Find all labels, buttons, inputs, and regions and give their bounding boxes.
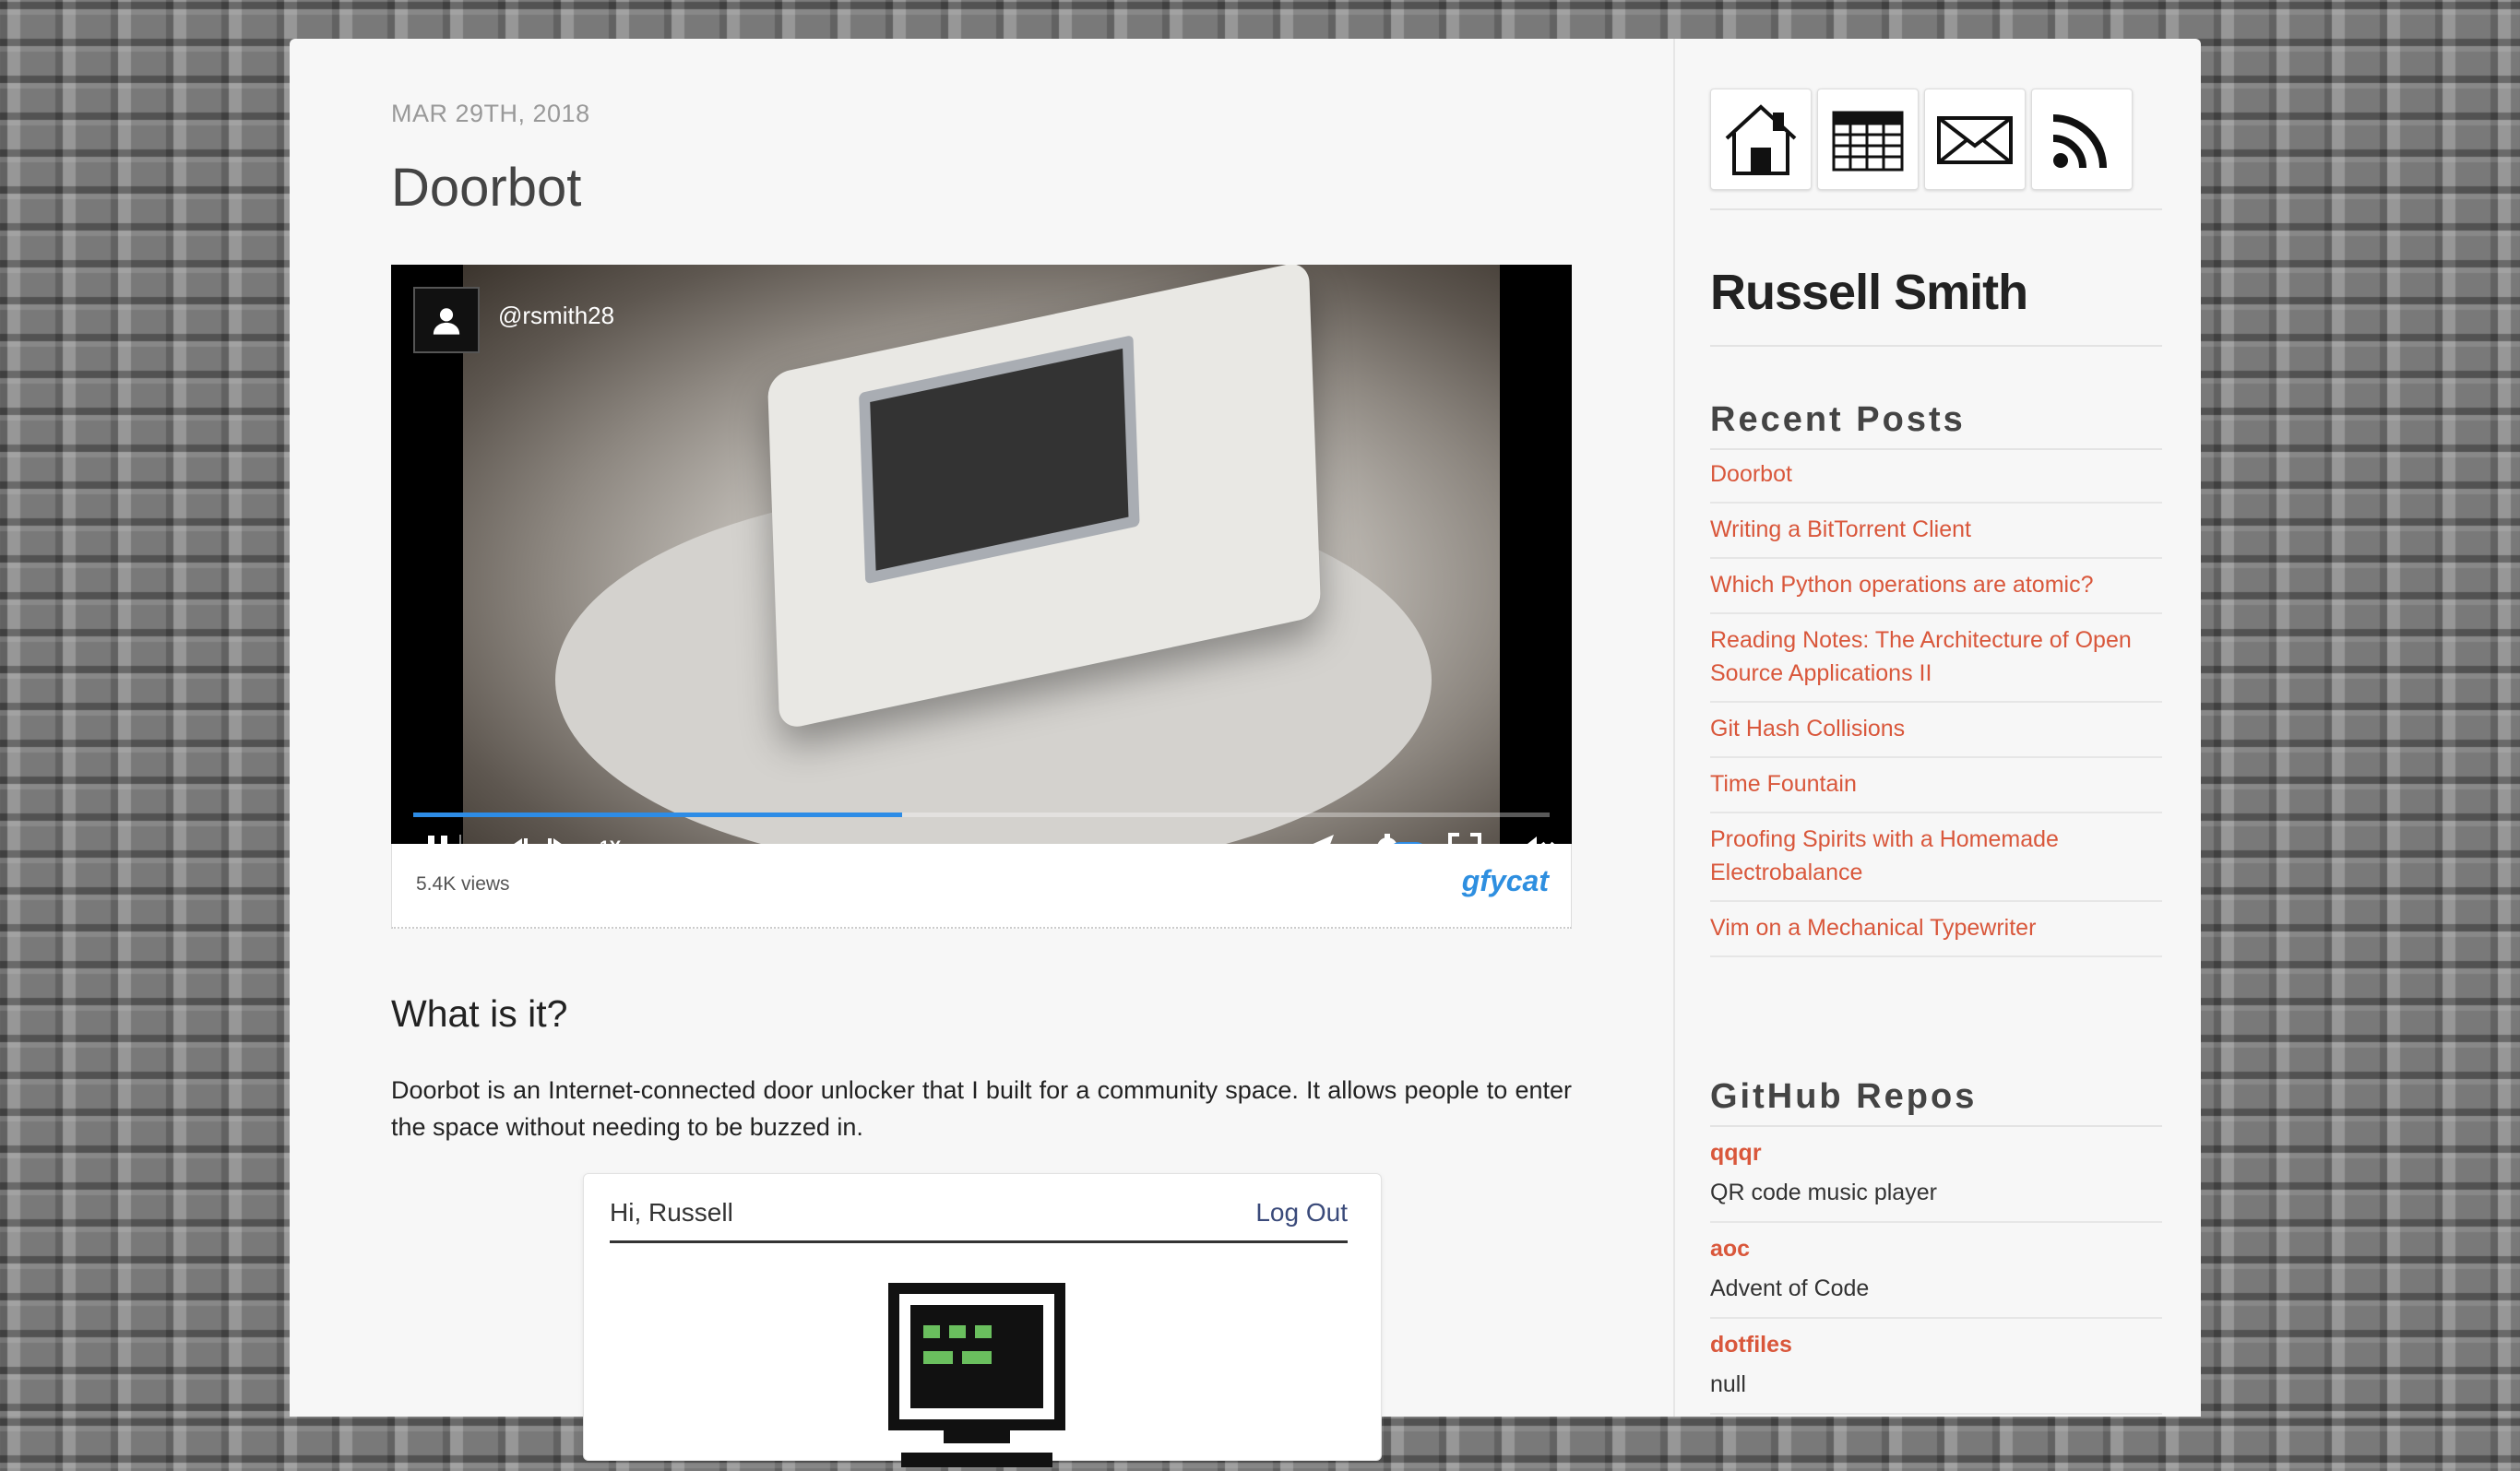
repo-description: Advent of Code (1710, 1275, 1870, 1301)
computer-icon (888, 1283, 1065, 1467)
recent-posts-heading: Recent Posts (1710, 400, 1966, 439)
pause-icon[interactable] (422, 833, 454, 844)
section-heading: What is it? (391, 992, 568, 1035)
mail-icon[interactable] (1924, 89, 2026, 190)
recent-post-link[interactable]: Doorbot (1710, 448, 2162, 504)
post-paragraph: Doorbot is an Internet-connected door un… (391, 1076, 1572, 1141)
github-repos-list: qqqr QR code music player aoc Advent of … (1710, 1127, 2162, 1415)
video-frame (463, 265, 1500, 844)
recent-post-link[interactable]: Git Hash Collisions (1710, 703, 2162, 758)
view-count: 5.4K views (416, 873, 510, 895)
step-back-icon[interactable] (502, 835, 529, 844)
post-title[interactable]: Doorbot (391, 157, 581, 219)
share-icon[interactable] (1299, 833, 1336, 844)
app-screenshot-card: Hi, Russell Log Out (583, 1173, 1382, 1467)
video-controls: 1X SD (413, 829, 1555, 844)
gfycat-logo[interactable]: gfycat (1462, 864, 1549, 898)
page-container: MAR 29TH, 2018 Doorbot @rsmith28 5.4K vi… (290, 39, 2203, 1467)
app-logout-link[interactable]: Log Out (1255, 1198, 1348, 1228)
home-icon[interactable] (1710, 89, 1812, 190)
video-username[interactable]: @rsmith28 (498, 302, 614, 330)
mute-icon[interactable] (1518, 833, 1555, 844)
sidebar-divider (1710, 345, 2162, 347)
repo-item: qqqr QR code music player (1710, 1127, 2162, 1223)
repo-name-link[interactable]: dotfiles (1710, 1330, 2162, 1359)
github-repos-heading: GitHub Repos (1710, 1077, 1978, 1116)
recent-post-link[interactable]: Time Fountain (1710, 758, 2162, 813)
app-greeting: Hi, Russell (610, 1198, 733, 1227)
video-player[interactable]: @rsmith28 1X (391, 265, 1572, 844)
repo-name-link[interactable]: aoc (1710, 1234, 2162, 1263)
sidebar-divider (1710, 208, 2162, 210)
rss-icon[interactable] (2031, 89, 2133, 190)
repo-description: QR code music player (1710, 1180, 1937, 1205)
recent-post-link[interactable]: Vim on a Mechanical Typewriter (1710, 902, 2162, 957)
repo-item: dotfiles null (1710, 1319, 2162, 1415)
video-footer: 5.4K views gfycat (391, 844, 1572, 929)
repo-item: aoc Advent of Code (1710, 1223, 2162, 1319)
nav-icon-bar (1710, 89, 2133, 190)
recent-post-link[interactable]: Which Python operations are atomic? (1710, 559, 2162, 614)
controls-divider (459, 835, 461, 844)
video-progress-bar[interactable] (413, 813, 1550, 817)
user-avatar-icon[interactable] (413, 287, 480, 353)
recent-posts-list: Doorbot Writing a BitTorrent Client Whic… (1710, 448, 2162, 957)
step-forward-icon[interactable] (546, 835, 574, 844)
recent-post-link[interactable]: Writing a BitTorrent Client (1710, 504, 2162, 559)
author-name[interactable]: Russell Smith (1710, 264, 2028, 321)
video-progress-fill (413, 813, 902, 817)
app-divider (610, 1240, 1348, 1243)
repo-description: null (1710, 1371, 1746, 1397)
fullscreen-icon[interactable] (1448, 833, 1481, 844)
recent-post-link[interactable]: Proofing Spirits with a Homemade Electro… (1710, 813, 2162, 902)
sidebar: Russell Smith Recent Posts Doorbot Writi… (1673, 39, 2203, 1417)
calendar-icon[interactable] (1817, 89, 1919, 190)
repo-name-link[interactable]: qqqr (1710, 1138, 2162, 1168)
video-device-screen (859, 335, 1140, 585)
post-date: MAR 29TH, 2018 (391, 100, 590, 127)
recent-post-link[interactable]: Reading Notes: The Architecture of Open … (1710, 614, 2162, 703)
